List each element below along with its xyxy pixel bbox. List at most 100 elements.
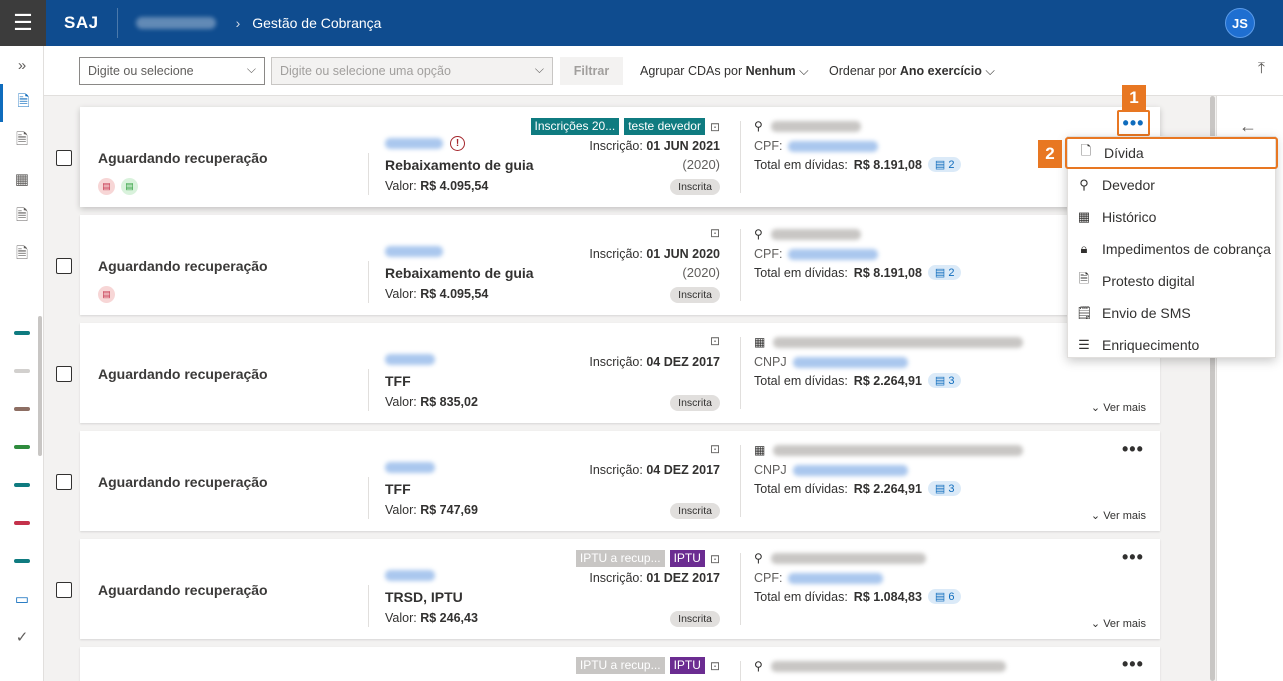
cda-card[interactable]: Aguardando recuperação TRSD, IPTU Valor:…: [80, 539, 1160, 639]
menu-item-divida[interactable]: 🗋 Dívida: [1065, 137, 1278, 169]
cda-card[interactable]: Aguardando recuperação TFF Valor: R$ 835…: [80, 323, 1160, 423]
tag-iptu[interactable]: IPTU: [669, 550, 705, 567]
debt-count-badge[interactable]: ▤ 2: [927, 157, 962, 172]
cda-value: Valor: R$ 835,02: [385, 395, 478, 409]
document-clock-icon[interactable]: 🗎: [0, 236, 44, 274]
debtor-name-blurred[interactable]: [770, 120, 861, 132]
debtor-name-blurred[interactable]: [773, 444, 1024, 456]
add-tag-icon[interactable]: ⊡: [710, 552, 720, 566]
tag-inscricoes[interactable]: Inscrições 20...: [530, 118, 620, 135]
add-tag-icon[interactable]: ⊡: [710, 120, 720, 134]
order-by-dropdown[interactable]: Ordenar por Ano exercício ⌵: [829, 64, 995, 79]
document-search-icon[interactable]: 🗎: [0, 198, 44, 236]
ver-mais-link[interactable]: ⌄ Ver mais: [1091, 617, 1146, 630]
calendar-finance-icon[interactable]: ▦: [0, 160, 44, 198]
filter-color-brown[interactable]: [13, 407, 30, 411]
more-options-button[interactable]: •••: [1122, 439, 1144, 460]
total-amount: R$ 1.084,83: [853, 589, 922, 604]
monitor-settings-icon[interactable]: ▭: [0, 580, 44, 618]
total-amount: R$ 2.264,91: [853, 373, 922, 388]
tag-teste-devedor[interactable]: teste devedor: [624, 118, 705, 135]
warning-icon: !: [450, 136, 465, 151]
menu-item-devedor[interactable]: ⚲ Devedor: [1068, 169, 1275, 201]
row-checkbox[interactable]: [56, 474, 72, 490]
inscricao-date: Inscrição: 01 JUN 2021: [589, 139, 720, 153]
cda-number-blurred[interactable]: [385, 353, 435, 368]
debtor-name-blurred[interactable]: [770, 660, 1006, 672]
row-checkbox[interactable]: [56, 258, 72, 274]
debt-count-badge[interactable]: ▤ 6: [927, 589, 962, 604]
add-tag-icon[interactable]: ⊡: [710, 659, 720, 673]
expand-nav-icon[interactable]: »: [0, 46, 44, 84]
debtor-name-blurred[interactable]: [773, 336, 1024, 348]
doc-number-blurred: [788, 248, 879, 260]
cda-list-icon[interactable]: 🗎: [0, 84, 44, 122]
filter-combo-1[interactable]: Digite ou selecione ⌵: [79, 57, 265, 85]
menu-item-enriquecimento[interactable]: ☰ Enriquecimento: [1068, 329, 1275, 361]
cda-number-blurred[interactable]: [385, 245, 443, 260]
brand-logo[interactable]: SAJ: [64, 13, 99, 33]
order-by-value: Ano exercício: [899, 64, 982, 78]
back-arrow-icon[interactable]: ←: [1239, 116, 1257, 137]
more-options-button[interactable]: •••: [1122, 547, 1144, 568]
menu-item-historico[interactable]: ▦ Histórico: [1068, 201, 1275, 233]
check-icon[interactable]: ✓: [0, 618, 44, 656]
cda-card[interactable]: Aguardando recuperação ▤ ▤ ! Rebaixament…: [80, 107, 1160, 207]
menu-item-impedimentos[interactable]: 🔒︎ Impedimentos de cobrança: [1068, 233, 1275, 265]
debt-count-badge[interactable]: ▤ 2: [927, 265, 962, 280]
combo1-placeholder: Digite ou selecione: [88, 64, 194, 78]
app-header: ☰ SAJ › Gestão de Cobrança JS: [0, 0, 1283, 46]
more-options-button-highlighted[interactable]: •••: [1117, 110, 1150, 136]
filter-combo-2[interactable]: Digite ou selecione uma opção ⌵: [271, 57, 553, 85]
export-refresh-icon[interactable]: ⤒: [1258, 60, 1265, 78]
menu-item-protesto[interactable]: 🗎 Protesto digital: [1068, 265, 1275, 297]
cda-card[interactable]: Aguardando recuperação ▤ Rebaixamento de…: [80, 215, 1160, 315]
status-label: Aguardando recuperação: [98, 150, 268, 166]
debtor-name-blurred[interactable]: [770, 228, 861, 240]
cda-number-blurred[interactable]: [385, 461, 435, 476]
status-label: Aguardando recuperação: [98, 582, 268, 598]
add-tag-icon[interactable]: ⊡: [710, 334, 720, 348]
group-by-value: Nenhum: [745, 64, 796, 78]
user-avatar[interactable]: JS: [1225, 8, 1255, 38]
filter-color-teal-3[interactable]: [13, 559, 30, 563]
more-options-menu: 🗋 Dívida ⚲ Devedor ▦ Histórico 🔒︎ Impediment…: [1065, 136, 1278, 361]
hamburger-menu-icon[interactable]: ☰: [0, 0, 46, 46]
filter-color-teal[interactable]: [13, 331, 30, 335]
tag-iptu-recuperacao[interactable]: IPTU a recup...: [575, 657, 665, 674]
rail-scrollbar[interactable]: [38, 316, 42, 456]
debt-count-badge[interactable]: ▤ 3: [927, 481, 962, 496]
cda-card[interactable]: Aguardando recuperação TFF Valor: R$ 747…: [80, 431, 1160, 531]
debt-count-badge[interactable]: ▤ 3: [927, 373, 962, 388]
cda-number-blurred[interactable]: [385, 569, 435, 584]
add-tag-icon[interactable]: ⊡: [710, 442, 720, 456]
tag-iptu[interactable]: IPTU: [669, 657, 705, 674]
inscricao-value: 01 JUN 2021: [646, 139, 720, 153]
chevron-down-icon: ⌵: [534, 62, 544, 76]
menu-item-label: Enriquecimento: [1102, 337, 1200, 353]
filter-color-green[interactable]: [13, 445, 30, 449]
filter-color-red[interactable]: [13, 521, 30, 525]
cda-number-blurred[interactable]: [385, 137, 443, 152]
more-options-button[interactable]: •••: [1122, 654, 1144, 675]
valor-amount: R$ 747,69: [420, 503, 478, 517]
inscricao-date: Inscrição: 01 JUN 2020: [589, 247, 720, 261]
add-tag-icon[interactable]: ⊡: [710, 226, 720, 240]
debt-document-icon[interactable]: 🗎: [0, 122, 44, 160]
filter-color-teal-2[interactable]: [13, 483, 30, 487]
breadcrumb-current[interactable]: Gestão de Cobrança: [252, 15, 381, 31]
ver-mais-link[interactable]: ⌄ Ver mais: [1091, 401, 1146, 414]
filter-button[interactable]: Filtrar: [560, 57, 623, 85]
filter-color-gray[interactable]: [13, 369, 30, 373]
debtor-name-blurred[interactable]: [770, 552, 926, 564]
group-by-dropdown[interactable]: Agrupar CDAs por Nenhum ⌵: [640, 64, 809, 79]
menu-item-sms[interactable]: 🗒 Envio de SMS: [1068, 297, 1275, 329]
row-checkbox[interactable]: [56, 366, 72, 382]
row-checkbox[interactable]: [56, 582, 72, 598]
cda-card[interactable]: IPTU a recup... IPTU ⊡ ⚲ •••: [80, 647, 1160, 681]
card-divider: [368, 153, 369, 195]
order-by-label: Ordenar por: [829, 64, 897, 78]
ver-mais-link[interactable]: ⌄ Ver mais: [1091, 509, 1146, 522]
tag-iptu-recuperacao[interactable]: IPTU a recup...: [575, 550, 665, 567]
row-checkbox[interactable]: [56, 150, 72, 166]
